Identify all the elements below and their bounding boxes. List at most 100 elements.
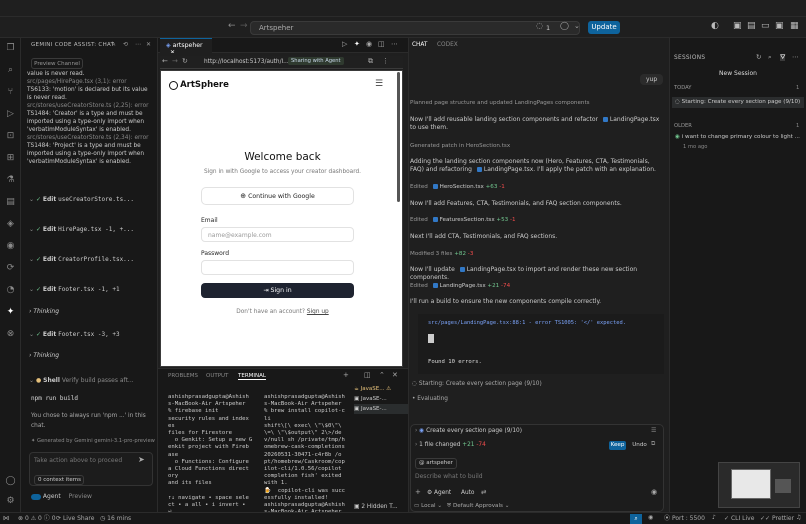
keep-button[interactable]: Keep xyxy=(609,441,626,450)
hamburger-menu-icon[interactable]: ☰ xyxy=(375,80,383,89)
context-items-chip[interactable]: 0 context items xyxy=(34,475,84,485)
explorer-icon[interactable]: ❐ xyxy=(5,43,16,54)
tab-problems[interactable]: PROBLEMS xyxy=(168,373,198,379)
terminal-session-item[interactable]: ☕ JavaSE... ⚠ xyxy=(354,384,408,394)
sharing-with-agent-badge[interactable]: Sharing with Agent xyxy=(288,57,344,65)
search-icon[interactable]: ⌕ xyxy=(5,65,16,76)
layout-sidebar-right-icon[interactable]: ▣ xyxy=(775,22,784,31)
add-context-icon[interactable]: + xyxy=(415,489,421,496)
undo-button[interactable]: Undo xyxy=(631,441,648,450)
files-changed-row[interactable]: › 1 file changed +21 -74 xyxy=(415,442,486,449)
split-terminal-icon[interactable]: ◫ xyxy=(364,372,371,379)
split-editor-icon[interactable]: ◫ xyxy=(378,41,385,48)
back-arrow-icon[interactable]: ← xyxy=(162,58,168,65)
prettier-status[interactable]: ✓✓ Prettier xyxy=(760,515,794,522)
file-link[interactable]: LandingPage.tsx xyxy=(484,166,533,173)
model-dropdown[interactable]: Auto xyxy=(461,490,474,496)
edit-summary[interactable]: Edited HeroSection.tsx +63 -1 xyxy=(410,184,660,190)
accounts-icon[interactable]: ◐ xyxy=(711,22,719,31)
edit-icon[interactable]: ✎ xyxy=(111,42,116,48)
search-icon[interactable]: ⌕ xyxy=(630,514,642,524)
terminal-session-item[interactable]: ▣ JavaSE-... xyxy=(354,404,408,414)
edit-step[interactable]: ⌄ ✓ Edit CreatorProfile.tsx... xyxy=(29,256,154,268)
settings-gear-icon[interactable]: ⚙ xyxy=(5,496,16,507)
more-icon[interactable]: ⋯ xyxy=(135,42,141,48)
agent-toggle[interactable]: Agent Preview xyxy=(31,493,92,500)
gemini-input-box[interactable]: Take action above to proceed ➤ 0 context… xyxy=(29,452,153,486)
live-share-status[interactable]: ⟳ Live Share xyxy=(56,515,94,522)
password-field[interactable] xyxy=(201,260,354,275)
approvals-dropdown[interactable]: ⛨ Default Approvals ⌄ xyxy=(447,503,509,510)
sign-up-link[interactable]: Sign up xyxy=(307,309,329,315)
run-debug-icon[interactable]: ▷ xyxy=(5,109,16,120)
sign-in-button[interactable]: ⇥ Sign in xyxy=(201,283,354,298)
forward-arrow-icon[interactable]: → xyxy=(240,22,248,31)
refresh-icon[interactable]: ↻ xyxy=(756,54,761,61)
chat-icon[interactable]: ◯ xyxy=(560,22,569,30)
edit-step[interactable]: ⌄ ✓ Edit HirePage.tsx -1, +... xyxy=(29,226,154,238)
minimap-preview[interactable] xyxy=(718,462,800,508)
edit-step[interactable]: ⌄ ✓ Edit useCreatorStore.ts... xyxy=(29,196,154,208)
search-icon[interactable]: ⌕ xyxy=(768,54,772,61)
more-icon[interactable]: ⋯ xyxy=(391,41,398,48)
notification-icon[interactable]: ♪ xyxy=(712,515,716,521)
chat-note[interactable]: Generated patch in HeroSection.tsx xyxy=(410,143,660,149)
diff-icon[interactable]: ⧉ xyxy=(651,441,655,447)
codex-icon[interactable]: ⊗ xyxy=(5,329,16,340)
tools-icon[interactable]: ⇄ xyxy=(481,489,486,496)
database-icon[interactable]: ▤ xyxy=(5,197,16,208)
cli-status[interactable]: ✓ CLI Live xyxy=(724,515,754,522)
file-link[interactable]: LandingPage.tsx xyxy=(610,116,659,123)
email-field[interactable]: name@example.com xyxy=(201,227,354,242)
tab-codex[interactable]: CODEX xyxy=(437,42,458,48)
browser-scrollbar[interactable] xyxy=(397,72,400,202)
agent-mode-dropdown[interactable]: ⚙ Agent xyxy=(427,490,451,497)
tab-terminal[interactable]: TERMINAL xyxy=(238,373,266,380)
testing-icon[interactable]: ⚗ xyxy=(5,175,16,186)
filter-icon[interactable]: ⛛ xyxy=(780,54,786,61)
layout-bottom-icon[interactable]: ▭ xyxy=(761,22,770,31)
account-icon[interactable]: ◯ xyxy=(5,476,16,487)
run-icon[interactable]: ▷ xyxy=(342,41,347,48)
edit-summary[interactable]: Modified 3 files +82 -3 xyxy=(410,251,660,257)
chat-note[interactable]: Planned page structure and updated Landi… xyxy=(410,100,660,106)
port-status[interactable]: ⦿ Port : 5500 xyxy=(664,515,705,522)
close-icon[interactable]: ✕ xyxy=(146,42,151,48)
hidden-terminals[interactable]: ▣ 2 Hidden T... xyxy=(354,504,398,511)
docker-icon[interactable]: ◈ xyxy=(5,219,16,230)
remote-icon[interactable]: ⋈ xyxy=(3,515,10,522)
copilot-status-icon[interactable]: ◉ xyxy=(648,515,653,521)
command-center-search[interactable]: Artspeher xyxy=(250,21,580,35)
new-session-button[interactable]: New Session xyxy=(674,68,802,80)
agent-status-icon[interactable]: ◌ xyxy=(536,22,543,30)
history-icon[interactable]: ⟲ xyxy=(123,42,128,48)
shell-step[interactable]: ⌄ ● Shell Verify build passes aft... xyxy=(29,377,154,389)
close-panel-icon[interactable]: ✕ xyxy=(392,372,398,379)
edit-summary[interactable]: Edited FeaturesSection.tsx +53 -1 xyxy=(410,217,660,223)
chat-input-placeholder[interactable]: Describe what to build xyxy=(415,473,483,480)
github-icon[interactable]: ◉ xyxy=(5,241,16,252)
url-field[interactable]: http://localhost:5173/auth/l... xyxy=(204,59,289,65)
thinking-step[interactable]: › Thinking xyxy=(29,308,154,320)
edit-step[interactable]: ⌄ ✓ Edit Footer.tsx -1, +1 xyxy=(29,286,154,298)
gemini-action-icon[interactable]: ✦ xyxy=(354,41,360,48)
forward-arrow-icon[interactable]: → xyxy=(172,58,178,65)
todo-row[interactable]: › ◉ Create every section page (9/10) xyxy=(415,428,522,435)
thinking-step[interactable]: › Thinking xyxy=(29,352,154,364)
bell-icon[interactable]: ♫ xyxy=(796,515,801,521)
layout-sidebar-left-icon[interactable]: ▣ xyxy=(733,22,742,31)
more-icon[interactable]: ⋯ xyxy=(792,54,799,61)
reload-icon[interactable]: ↻ xyxy=(182,58,188,65)
continue-with-google-button[interactable]: ⊕ Continue with Google xyxy=(201,187,354,205)
send-icon[interactable]: ➤ xyxy=(138,456,145,464)
todo-list-icon[interactable]: ☰ xyxy=(651,428,656,434)
live-share-icon[interactable]: ⟳ xyxy=(5,263,16,274)
run-location-dropdown[interactable]: ▭ Local ⌄ xyxy=(414,503,442,510)
chevron-down-icon[interactable]: ⌄ xyxy=(574,23,580,30)
layout-panel-icon[interactable]: ▤ xyxy=(747,22,756,31)
tab-output[interactable]: OUTPUT xyxy=(206,373,228,379)
maximize-panel-icon[interactable]: ⌃ xyxy=(379,372,385,379)
remote-explorer-icon[interactable]: ⊡ xyxy=(5,131,16,142)
tab-chat[interactable]: CHAT xyxy=(412,42,427,48)
tab-artspeher[interactable]: ◈ artspeher ✕ xyxy=(160,38,212,56)
